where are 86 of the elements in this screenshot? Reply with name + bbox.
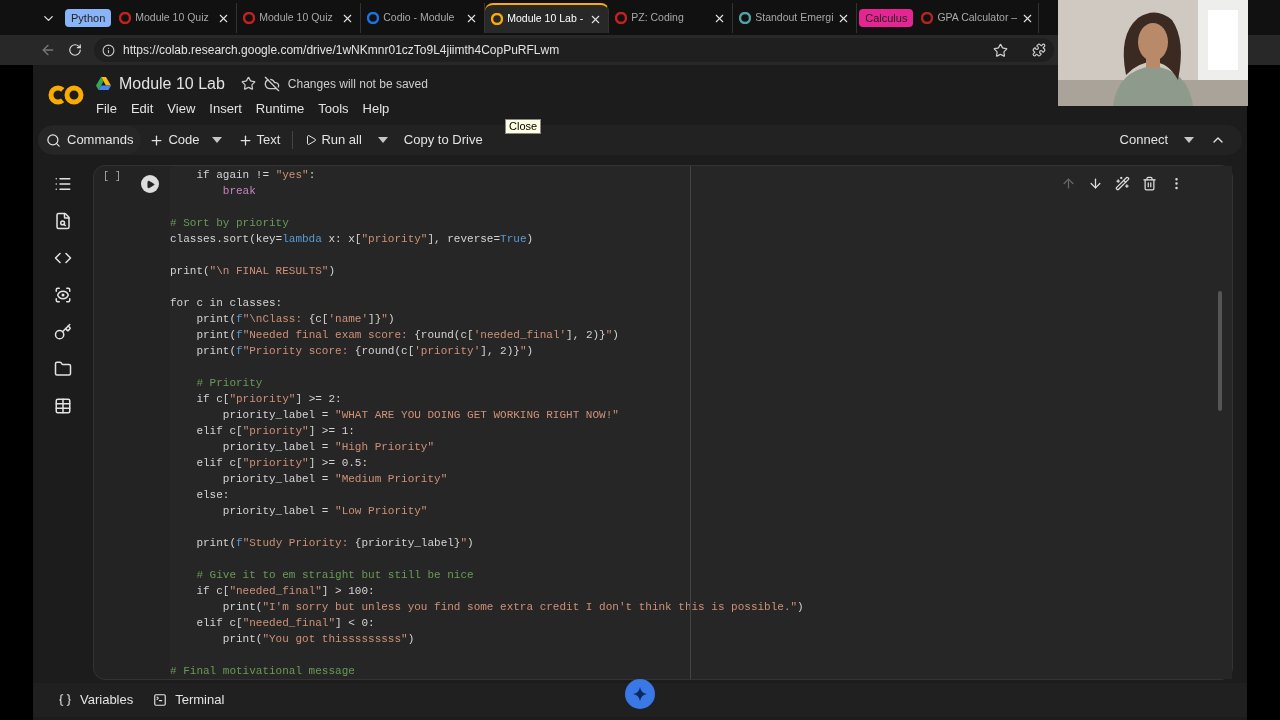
extensions-icon[interactable] — [1032, 43, 1046, 57]
eye-scan-icon[interactable] — [54, 286, 72, 304]
code-line: priority_label = "High Priority" — [221, 440, 435, 455]
code-line: # Sort by priority — [170, 216, 289, 231]
code-line: else: — [195, 488, 230, 503]
caret-icon — [211, 137, 222, 143]
copy-to-drive-button[interactable]: Copy to Drive — [403, 130, 483, 150]
code-line: priority_label = "Low Priority" — [221, 504, 428, 519]
tab-title: PZ: Coding — [631, 10, 685, 26]
run-all-button[interactable]: Run all — [305, 130, 362, 150]
play-icon — [305, 134, 318, 146]
cloud-off-icon — [263, 75, 280, 92]
tab-title: Codio - Module — [383, 10, 456, 26]
menu-item[interactable]: File — [96, 98, 117, 119]
code-line: priority_label = "WHAT ARE YOU DOING GET WORKING RIGHT NOW!" — [221, 408, 619, 423]
drive-icon — [96, 77, 111, 91]
colab-logo-icon — [48, 84, 84, 106]
url-text: https://colab.research.google.com/drive/1wNKmnr01czTo9L4jiimth4CopPuRFLwm — [123, 42, 561, 59]
menu-item[interactable]: Runtime — [255, 98, 305, 119]
tab-group-label[interactable]: Calculus — [859, 9, 914, 27]
key-icon[interactable] — [54, 323, 72, 341]
reload-icon[interactable] — [68, 43, 82, 57]
code-line: if c["priority"] >= 2: — [195, 392, 342, 407]
code-line: print(f"Needed final exam score: {round(c['needed_final'], 2)}") — [195, 328, 619, 343]
browser-tab[interactable]: Module 10 Lab - — [485, 3, 610, 33]
search-icon — [46, 132, 61, 148]
tab-title: Module 10 Quiz — [135, 10, 210, 26]
sparkle-icon — [633, 687, 647, 701]
code-line: classes.sort(key=lambda x: x["priority"], reverse=True) — [170, 232, 534, 247]
code-line: for c in classes: — [170, 296, 283, 311]
table-of-contents-icon[interactable] — [54, 175, 72, 193]
code-line: elif c["needed_final"] < 0: — [195, 616, 375, 631]
delete-icon[interactable] — [1142, 176, 1157, 191]
code-line: # Final motivational message — [170, 664, 355, 679]
caret-icon — [377, 137, 388, 143]
menu-item[interactable]: View — [167, 98, 196, 119]
code-line: priority_label = "Medium Priority" — [221, 472, 448, 487]
terminal-button[interactable]: Terminal — [153, 690, 225, 710]
menu-item[interactable]: Help — [362, 98, 390, 119]
tab-title: Module 10 Lab - — [507, 11, 585, 27]
table-icon[interactable] — [54, 397, 72, 415]
plus-icon — [237, 132, 253, 148]
site-info-icon[interactable] — [102, 43, 115, 57]
magic-wand-icon[interactable] — [1115, 176, 1130, 191]
code-line: print("\n FINAL RESULTS") — [170, 264, 336, 279]
gemini-button[interactable] — [625, 679, 655, 709]
variables-button[interactable]: Variables — [58, 690, 134, 710]
tooltip: Close — [505, 119, 542, 134]
save-status: Changes will not be saved — [287, 75, 428, 93]
code-line: print(f"Study Priority: {priority_label}") — [195, 536, 474, 551]
caret-icon — [1184, 137, 1194, 143]
code-line: break — [221, 184, 256, 199]
folder-icon[interactable] — [54, 360, 72, 378]
plus-icon — [149, 132, 165, 148]
tab-title: Standout Emergi — [755, 10, 834, 26]
code-line: if again != "yes": — [195, 168, 316, 183]
code-line: print(f"\nClass: {c['name']}") — [195, 312, 395, 327]
play-icon — [145, 179, 155, 189]
connect-button[interactable]: Connect — [1119, 130, 1168, 150]
find-icon[interactable] — [54, 212, 72, 230]
move-down-icon[interactable] — [1088, 176, 1103, 191]
terminal-icon — [153, 693, 168, 707]
tab-group-label[interactable]: Python — [65, 9, 112, 27]
code-line: elif c["priority"] >= 1: — [195, 424, 355, 439]
tab-title: GPA Calculator – — [937, 10, 1018, 26]
execution-count: [ ] — [103, 170, 121, 184]
code-line: # Give it to em straight but still be nice — [195, 568, 474, 583]
code-line: if c["needed_final"] > 100: — [195, 584, 375, 599]
code-line: print("You got thisssssssss") — [221, 632, 415, 647]
tab-title: Module 10 Quiz — [259, 10, 334, 26]
notebook-title[interactable]: Module 10 Lab — [119, 71, 225, 96]
code-line: elif c["priority"] >= 0.5: — [195, 456, 369, 471]
star-icon[interactable] — [240, 76, 256, 92]
address-field[interactable]: https://colab.research.google.com/drive/1wNKmnr01czTo9L4jiimth4CopPuRFLwm — [94, 38, 1054, 62]
code-line: # Priority — [195, 376, 263, 391]
bookmark-star-icon[interactable] — [993, 42, 1008, 58]
menu-item[interactable]: Insert — [209, 98, 242, 119]
run-cell-button[interactable] — [141, 175, 159, 193]
code-line: print(f"Priority score: {round(c['priority'], 2)}") — [195, 344, 534, 359]
braces-icon — [58, 693, 72, 707]
add-code-button[interactable]: Code — [149, 130, 200, 150]
back-icon[interactable] — [40, 42, 56, 58]
menu-item[interactable]: Tools — [318, 98, 349, 119]
menu-item[interactable]: Edit — [130, 98, 154, 119]
commands-button[interactable]: Commands — [38, 126, 142, 154]
add-text-button[interactable]: Text — [237, 130, 281, 150]
